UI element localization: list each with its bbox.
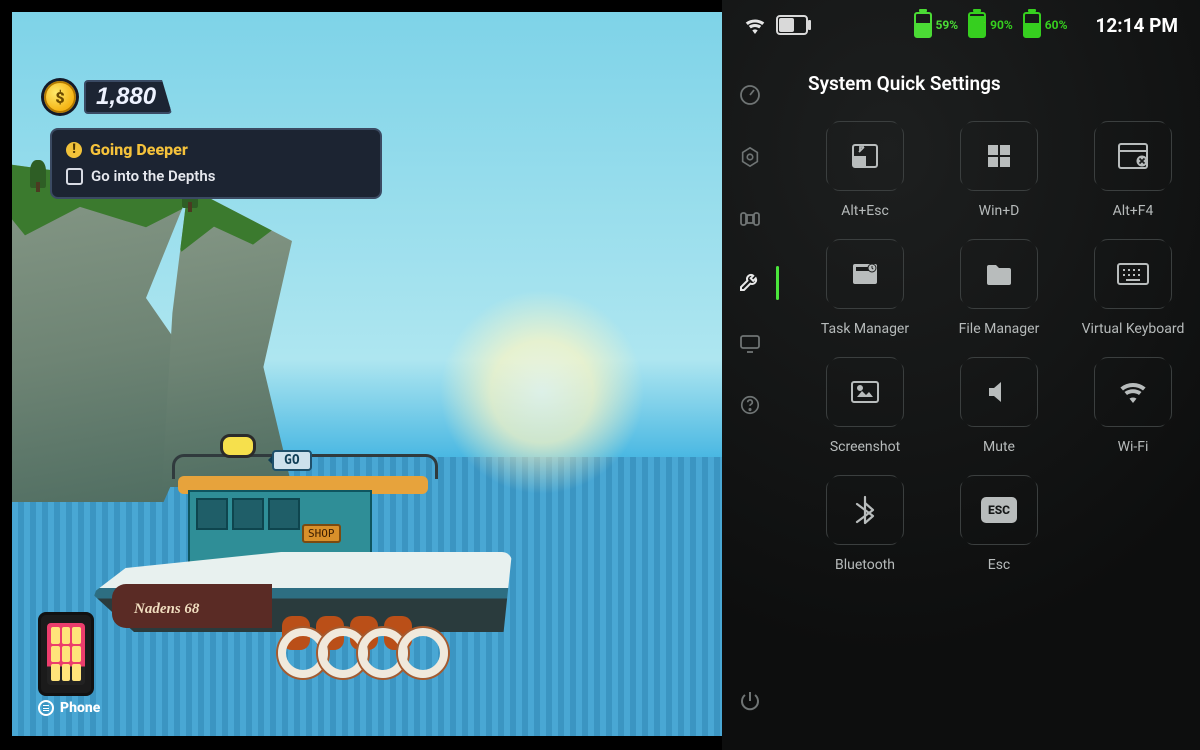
tile-label: Alt+Esc <box>841 203 889 219</box>
battery-icon <box>776 15 808 35</box>
money-value: 1,880 <box>84 80 172 114</box>
tile-bluetooth[interactable]: Bluetooth <box>806 475 924 573</box>
boat-cabin <box>184 476 414 560</box>
quest-objective: Go into the Depths <box>91 167 215 185</box>
esc-key-icon: ESC <box>981 497 1017 523</box>
tab-settings[interactable] <box>737 144 763 170</box>
tile-alt-esc[interactable]: Alt+Esc <box>806 121 924 219</box>
battery-2: ⚡90% <box>968 12 1013 38</box>
tab-performance[interactable] <box>737 82 763 108</box>
tile-label: Wi-Fi <box>1118 439 1149 455</box>
tile-win-d[interactable]: Win+D <box>940 121 1058 219</box>
alert-icon: ! <box>66 142 82 158</box>
tile-esc[interactable]: ESC Esc <box>940 475 1058 573</box>
system-overlay: 59% ⚡90% 60% 12:14 PM <box>722 0 1200 750</box>
clock: 12:14 PM <box>1095 14 1178 37</box>
quick-settings-panel: System Quick Settings Alt+Esc Win+D Alt+… <box>778 50 1200 750</box>
tile-mute[interactable]: Mute <box>940 357 1058 455</box>
phone-icon <box>38 612 94 696</box>
tile-label: File Manager <box>959 321 1040 337</box>
tile-virtual-keyboard[interactable]: Virtual Keyboard <box>1074 239 1192 337</box>
boat-light <box>220 434 256 458</box>
tab-help[interactable] <box>737 392 763 418</box>
checkbox-icon <box>66 168 83 185</box>
tab-tools[interactable] <box>737 268 763 294</box>
tab-display[interactable] <box>737 330 763 356</box>
go-badge[interactable]: GO <box>272 450 312 471</box>
tile-label: Task Manager <box>821 321 909 337</box>
quest-panel: ! Going Deeper Go into the Depths <box>50 128 382 199</box>
phone-widget[interactable]: Phone <box>38 612 100 716</box>
tile-alt-f4[interactable]: Alt+F4 <box>1074 121 1192 219</box>
panel-title: System Quick Settings <box>808 72 1170 95</box>
coin-icon: $ <box>44 81 76 113</box>
phone-label: Phone <box>60 700 100 716</box>
boat-name: Nadens 68 <box>134 602 199 617</box>
quest-title: Going Deeper <box>90 140 188 159</box>
overlay-sidebar <box>722 50 778 750</box>
tile-label: Mute <box>983 439 1015 455</box>
game-viewport: $ 1,880 ! Going Deeper Go into the Depth… <box>12 12 722 736</box>
wifi-icon <box>744 16 766 34</box>
shop-sign[interactable]: SHOP <box>302 524 341 543</box>
power-button[interactable] <box>737 688 763 714</box>
lifering-icon <box>398 628 448 678</box>
tile-task-manager[interactable]: Task Manager <box>806 239 924 337</box>
battery-1: 59% <box>914 12 959 38</box>
boat: GO SHOP Nadens 68 <box>92 432 532 652</box>
tile-label: Esc <box>988 557 1011 573</box>
tile-screenshot[interactable]: Screenshot <box>806 357 924 455</box>
tile-label: Screenshot <box>830 439 900 455</box>
tile-wifi[interactable]: Wi-Fi <box>1074 357 1192 455</box>
battery-3: 60% <box>1023 12 1068 38</box>
tab-controller[interactable] <box>737 206 763 232</box>
tile-file-manager[interactable]: File Manager <box>940 239 1058 337</box>
status-bar: 59% ⚡90% 60% 12:14 PM <box>722 0 1200 50</box>
tree-icon <box>30 160 46 188</box>
menu-icon <box>38 700 54 716</box>
tile-label: Alt+F4 <box>1113 203 1154 219</box>
tile-label: Win+D <box>979 203 1020 219</box>
tile-label: Bluetooth <box>835 557 895 573</box>
tile-label: Virtual Keyboard <box>1082 321 1185 337</box>
money-hud: $ 1,880 <box>44 80 172 114</box>
